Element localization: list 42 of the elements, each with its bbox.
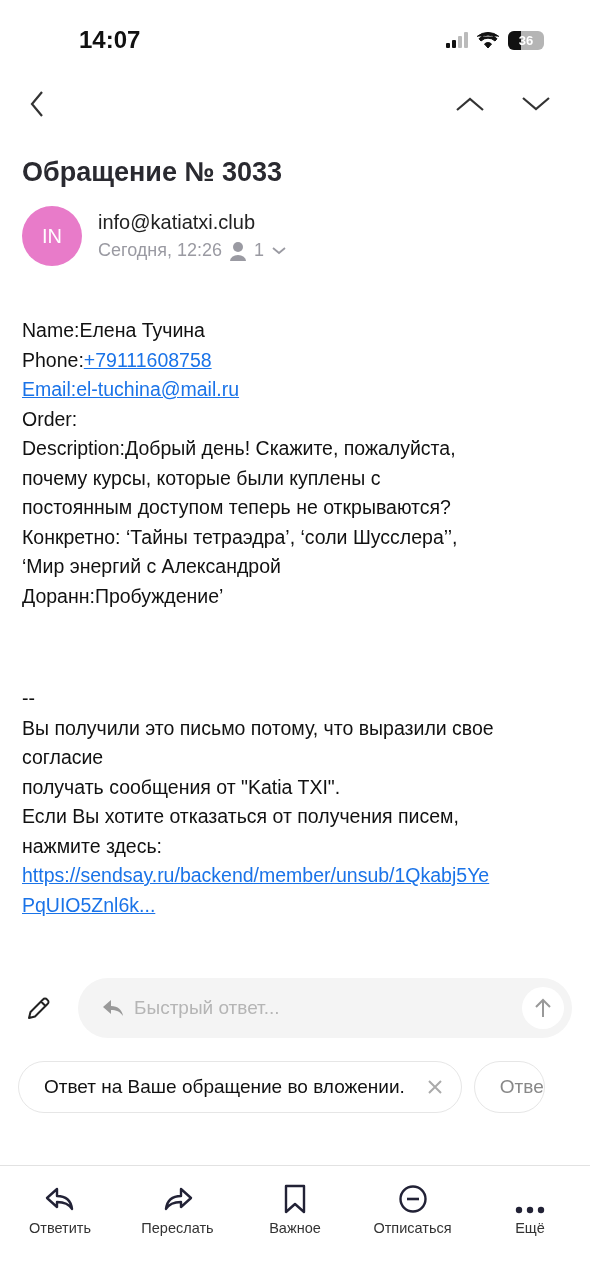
unsubscribe-link[interactable]: https://sendsay.ru/backend/member/unsub/1Qkabj5Ye	[22, 864, 490, 886]
body-link[interactable]: Email:el-tuchina@mail.ru	[22, 378, 240, 400]
action-button[interactable]: Переслать	[127, 1180, 228, 1236]
action-button[interactable]: Отписаться	[362, 1180, 463, 1236]
email-date: Сегодня, 12:26	[98, 240, 223, 261]
sender-address[interactable]: info@katiatxi.club	[98, 211, 287, 234]
body-text: Phone:	[22, 348, 84, 371]
pencil-icon[interactable]	[26, 995, 52, 1021]
footer-text: --	[22, 687, 35, 709]
footer-text: Вы получили это письмо потому, что выразили свое	[22, 716, 494, 739]
chevron-up-icon[interactable]	[456, 96, 484, 112]
back-icon[interactable]	[30, 91, 44, 117]
body-text: ‘Мир энергий с Александрой	[22, 555, 281, 577]
more-icon	[515, 1206, 545, 1214]
body-text: Конкретно: ‘Тайны тетраэдра’, ‘соли Шусслера’’,	[22, 525, 458, 548]
footer-text: получать сообщения от "Katia TXI".	[22, 775, 341, 798]
body-text: постоянным доступом теперь не открываются?	[22, 496, 451, 518]
chevron-down-icon[interactable]	[522, 96, 550, 112]
action-button[interactable]: Важное	[245, 1180, 345, 1236]
quick-reply-field[interactable]: Быстрый ответ...	[78, 978, 572, 1038]
body-text: Order:	[22, 407, 78, 430]
footer-text: нажмите здесь:	[22, 834, 162, 857]
email-subject: Обращение № 3033	[22, 157, 284, 188]
body-text: Name:Елена Тучина	[22, 319, 205, 341]
arrow-up-icon	[534, 998, 552, 1018]
body-text: почему курсы, которые были куплены с	[22, 466, 381, 489]
action-button[interactable]: Ещё	[480, 1180, 580, 1236]
body-text: Description:Добрый день! Скажите, пожалуйста,	[22, 437, 456, 459]
body-text: Доранн:Пробуждение’	[22, 584, 224, 607]
wifi-icon	[476, 31, 500, 49]
footer-text: Если Вы хотите отказаться от получения писем,	[22, 805, 459, 827]
signal-icon	[446, 32, 468, 48]
sender-avatar: IN	[22, 206, 82, 266]
reply-icon	[102, 999, 124, 1017]
body-link[interactable]: +79111608758	[83, 348, 212, 371]
minus-circle-icon	[397, 1184, 428, 1214]
unsubscribe-link[interactable]: PqUIO5Znl6k...	[22, 893, 156, 916]
bookmark-icon	[283, 1184, 307, 1214]
status-time: 14:07	[79, 26, 141, 54]
action-button[interactable]: Ответить	[10, 1180, 110, 1236]
footer-text: согласие	[22, 746, 104, 768]
person-icon	[230, 240, 247, 261]
